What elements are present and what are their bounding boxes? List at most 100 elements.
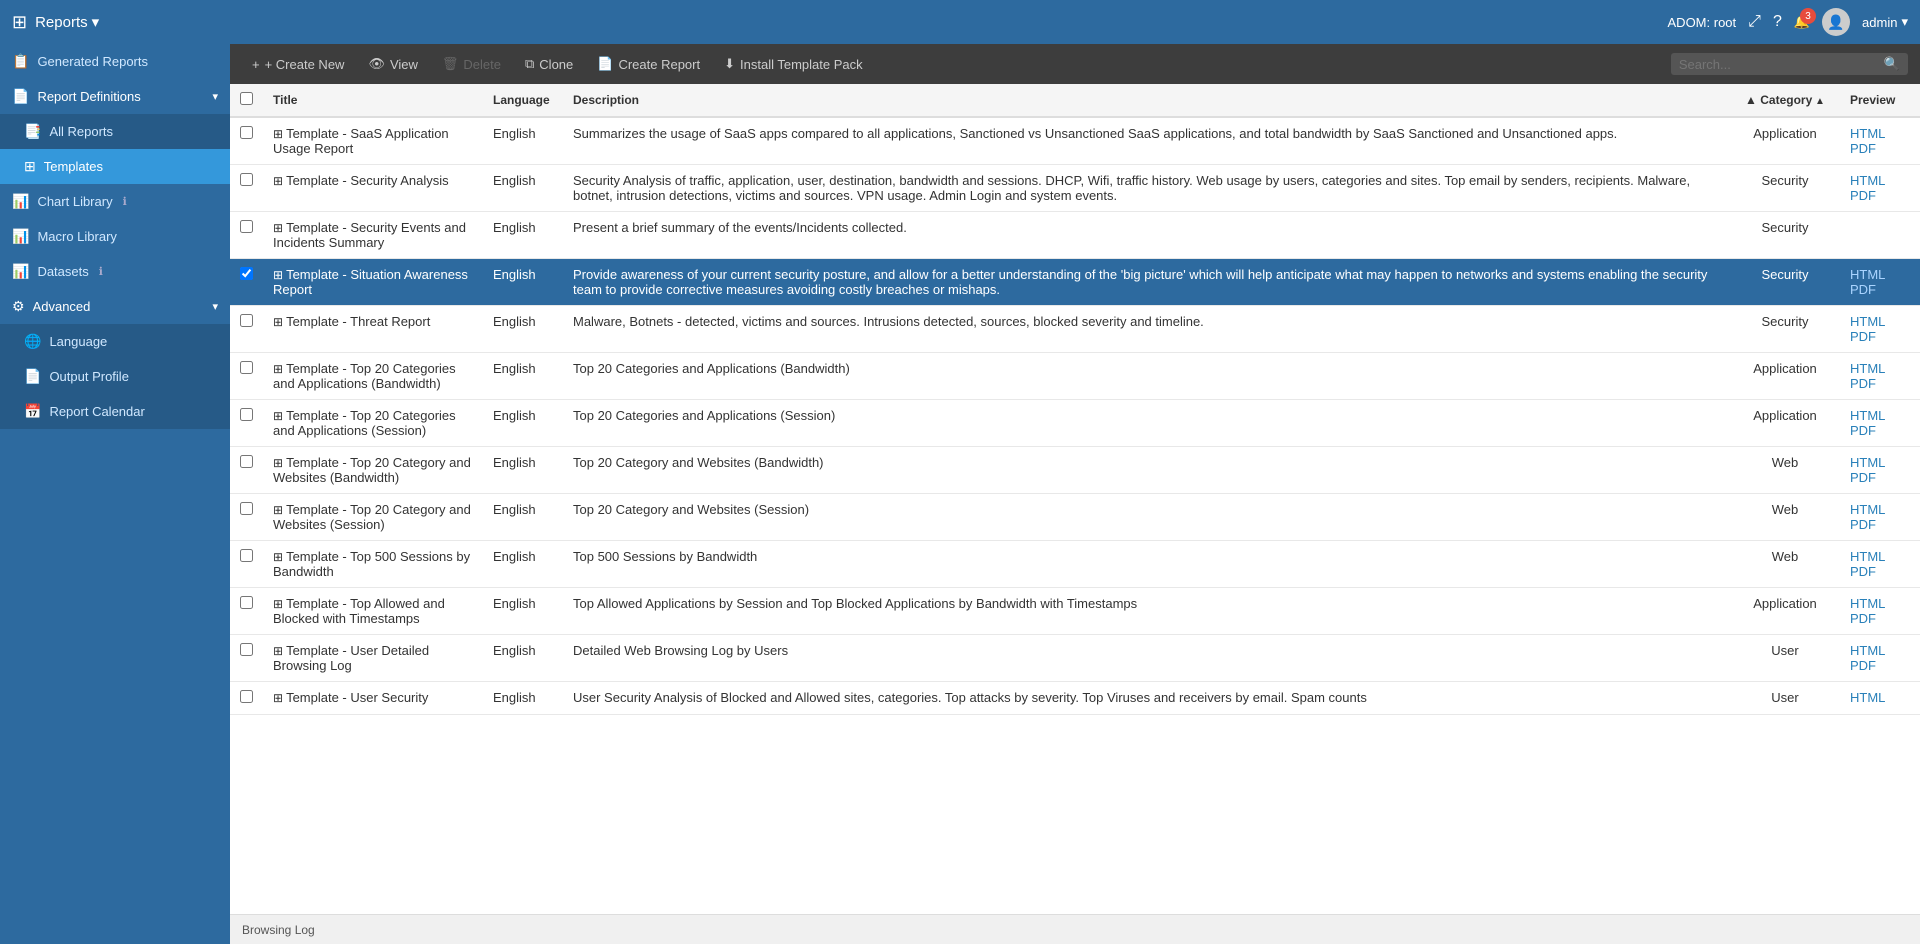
- language-header: Language: [483, 84, 563, 117]
- row-title-icon: ⊞: [273, 409, 283, 423]
- sidebar-item-chart-library[interactable]: 📊 Chart Library ℹ: [0, 184, 230, 219]
- row-checkbox[interactable]: [240, 314, 253, 327]
- install-template-pack-button[interactable]: ⬇ Install Template Pack: [714, 52, 873, 76]
- sidebar-item-templates[interactable]: ⊞ Templates: [0, 149, 230, 184]
- preview-html-link[interactable]: HTML: [1850, 361, 1910, 376]
- row-language: English: [483, 635, 563, 682]
- table-row[interactable]: ⊞Template - Top 20 Category and Websites…: [230, 447, 1920, 494]
- table-row[interactable]: ⊞Template - User SecurityEnglishUser Sec…: [230, 682, 1920, 715]
- row-checkbox[interactable]: [240, 596, 253, 609]
- search-input[interactable]: [1679, 57, 1879, 72]
- preview-html-link[interactable]: HTML: [1850, 408, 1910, 423]
- row-checkbox[interactable]: [240, 690, 253, 703]
- app-title[interactable]: Reports ▾: [35, 13, 99, 31]
- table-row[interactable]: ⊞Template - Top 20 Category and Websites…: [230, 494, 1920, 541]
- table-row[interactable]: ⊞Template - Situation Awareness ReportEn…: [230, 259, 1920, 306]
- notification-bell[interactable]: 🔔 3: [1794, 14, 1810, 30]
- row-checkbox[interactable]: [240, 455, 253, 468]
- select-all-header[interactable]: [230, 84, 263, 117]
- sidebar-item-macro-library[interactable]: 📊 Macro Library: [0, 219, 230, 254]
- preview-pdf-link[interactable]: PDF: [1850, 141, 1910, 156]
- preview-pdf-link[interactable]: PDF: [1850, 564, 1910, 579]
- preview-pdf-link[interactable]: PDF: [1850, 329, 1910, 344]
- preview-pdf-link[interactable]: PDF: [1850, 611, 1910, 626]
- table-row[interactable]: ⊞Template - Security AnalysisEnglishSecu…: [230, 165, 1920, 212]
- create-report-label: Create Report: [618, 57, 700, 72]
- table-row[interactable]: ⊞Template - SaaS Application Usage Repor…: [230, 117, 1920, 165]
- row-description: Top 20 Categories and Applications (Band…: [563, 353, 1730, 400]
- delete-button[interactable]: 🗑 Delete: [432, 52, 511, 76]
- category-header[interactable]: ▲ Category: [1730, 84, 1840, 117]
- preview-html-link[interactable]: HTML: [1850, 596, 1910, 611]
- row-checkbox[interactable]: [240, 220, 253, 233]
- preview-pdf-link[interactable]: PDF: [1850, 188, 1910, 203]
- sidebar-item-output-profile[interactable]: 📄 Output Profile: [0, 359, 230, 394]
- table-row[interactable]: ⊞Template - Security Events and Incident…: [230, 212, 1920, 259]
- row-preview: HTMLPDF: [1840, 494, 1920, 541]
- row-title: ⊞Template - Top 20 Categories and Applic…: [263, 353, 483, 400]
- preview-pdf-link[interactable]: PDF: [1850, 517, 1910, 532]
- row-checkbox[interactable]: [240, 173, 253, 186]
- bottom-bar: Browsing Log: [230, 914, 1920, 944]
- row-checkbox[interactable]: [240, 408, 253, 421]
- row-checkbox[interactable]: [240, 267, 253, 280]
- row-title: ⊞Template - Situation Awareness Report: [263, 259, 483, 306]
- create-report-button[interactable]: 📄 Create Report: [587, 52, 710, 76]
- row-checkbox[interactable]: [240, 126, 253, 139]
- table-row[interactable]: ⊞Template - User Detailed Browsing LogEn…: [230, 635, 1920, 682]
- report-definitions-submenu: 📑 All Reports ⊞ Templates: [0, 114, 230, 184]
- row-preview: HTMLPDF: [1840, 447, 1920, 494]
- preview-html-link[interactable]: HTML: [1850, 455, 1910, 470]
- row-description: Top Allowed Applications by Session and …: [563, 588, 1730, 635]
- preview-html-link[interactable]: HTML: [1850, 126, 1910, 141]
- clone-button[interactable]: ⧉ Clone: [515, 52, 583, 76]
- sidebar-item-all-reports[interactable]: 📑 All Reports: [0, 114, 230, 149]
- sidebar-item-generated-reports[interactable]: 📋 Generated Reports: [0, 44, 230, 79]
- row-preview: HTMLPDF: [1840, 541, 1920, 588]
- preview-html-link[interactable]: HTML: [1850, 173, 1910, 188]
- preview-html-link[interactable]: HTML: [1850, 690, 1910, 705]
- preview-pdf-link[interactable]: PDF: [1850, 282, 1910, 297]
- avatar[interactable]: 👤: [1822, 8, 1850, 36]
- sidebar-item-datasets[interactable]: 📊 Datasets ℹ: [0, 254, 230, 289]
- grid-menu-icon[interactable]: ⊞: [12, 12, 27, 33]
- sidebar-item-report-calendar[interactable]: 📅 Report Calendar: [0, 394, 230, 429]
- preview-html-link[interactable]: HTML: [1850, 502, 1910, 517]
- admin-menu[interactable]: admin ▾: [1862, 14, 1908, 30]
- row-checkbox[interactable]: [240, 361, 253, 374]
- top-navigation: ⊞ Reports ▾ ADOM: root ⤢ ? 🔔 3 👤 admin ▾: [0, 0, 1920, 44]
- row-title-icon: ⊞: [273, 550, 283, 564]
- preview-html-link[interactable]: HTML: [1850, 314, 1910, 329]
- row-checkbox[interactable]: [240, 549, 253, 562]
- create-new-label: + Create New: [265, 57, 345, 72]
- sidebar-item-advanced[interactable]: ⚙ Advanced ▾: [0, 289, 230, 324]
- view-button[interactable]: 👁 View: [358, 52, 427, 76]
- preview-html-link[interactable]: HTML: [1850, 643, 1910, 658]
- help-icon[interactable]: ?: [1773, 13, 1782, 31]
- table-row[interactable]: ⊞Template - Top 500 Sessions by Bandwidt…: [230, 541, 1920, 588]
- row-category: Web: [1730, 447, 1840, 494]
- row-checkbox[interactable]: [240, 502, 253, 515]
- sidebar-item-language[interactable]: 🌐 Language: [0, 324, 230, 359]
- row-language: English: [483, 447, 563, 494]
- table-row[interactable]: ⊞Template - Threat ReportEnglishMalware,…: [230, 306, 1920, 353]
- preview-html-link[interactable]: HTML: [1850, 267, 1910, 282]
- preview-pdf-link[interactable]: PDF: [1850, 658, 1910, 673]
- preview-pdf-link[interactable]: PDF: [1850, 423, 1910, 438]
- table-row[interactable]: ⊞Template - Top Allowed and Blocked with…: [230, 588, 1920, 635]
- row-language: English: [483, 494, 563, 541]
- preview-pdf-link[interactable]: PDF: [1850, 470, 1910, 485]
- table-row[interactable]: ⊞Template - Top 20 Categories and Applic…: [230, 353, 1920, 400]
- fullscreen-icon[interactable]: ⤢: [1748, 13, 1761, 31]
- table-row[interactable]: ⊞Template - Top 20 Categories and Applic…: [230, 400, 1920, 447]
- select-all-checkbox[interactable]: [240, 92, 253, 105]
- sidebar-item-report-definitions[interactable]: 📄 Report Definitions ▾: [0, 79, 230, 114]
- preview-html-link[interactable]: HTML: [1850, 549, 1910, 564]
- toolbar: + + Create New 👁 View 🗑 Delete ⧉ Clone 📄…: [230, 44, 1920, 84]
- create-new-button[interactable]: + + Create New: [242, 53, 354, 76]
- preview-pdf-link[interactable]: PDF: [1850, 376, 1910, 391]
- delete-label: Delete: [463, 57, 501, 72]
- row-checkbox[interactable]: [240, 643, 253, 656]
- row-description: Top 500 Sessions by Bandwidth: [563, 541, 1730, 588]
- advanced-icon: ⚙: [12, 298, 25, 315]
